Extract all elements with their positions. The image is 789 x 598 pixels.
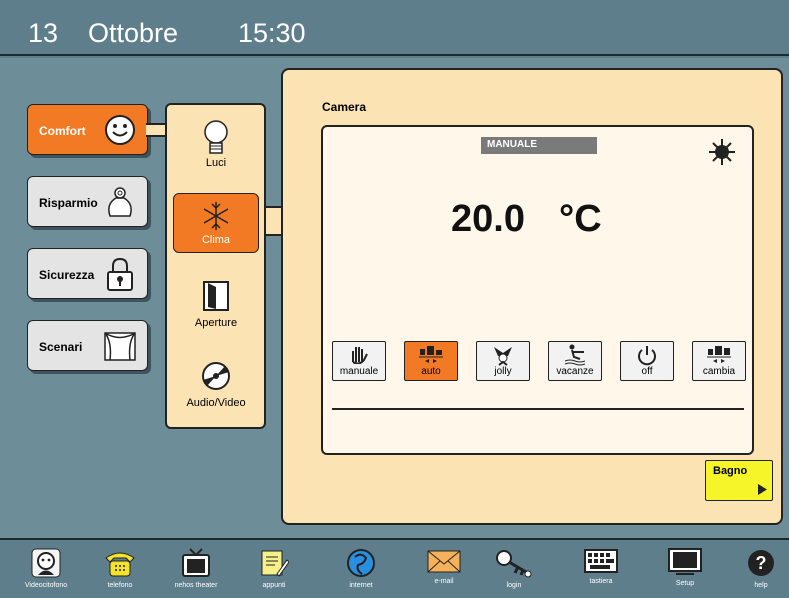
temperature-value: 20.0 <box>451 198 525 240</box>
category-label: Risparmio <box>39 196 98 210</box>
piggy-bank-icon <box>108 187 132 217</box>
mode-label: cambia <box>702 366 736 377</box>
dock-videocitofono[interactable]: Videocitofono <box>10 548 82 589</box>
submenu-label: Aperture <box>194 317 238 329</box>
category-scenari-button[interactable]: Scenari <box>27 320 148 371</box>
envelope-icon <box>427 550 461 573</box>
snowflake-icon <box>203 202 229 230</box>
door-icon <box>203 281 229 311</box>
next-room-label: Bagno <box>713 465 748 477</box>
dock-help[interactable]: ? help <box>725 548 789 589</box>
climate-control-area: MANUALE 20.0 °C manuale auto jolly vacan… <box>321 125 754 455</box>
monitor-icon <box>668 548 702 575</box>
category-label: Scenari <box>39 340 83 354</box>
dock-label: Setup <box>675 580 695 587</box>
schedule-icon <box>419 346 443 363</box>
mode-label: off <box>641 366 653 377</box>
light-bulb-icon <box>204 120 228 154</box>
submenu-label: Audio/Video <box>186 397 246 409</box>
smiley-icon <box>105 115 135 145</box>
dock-label: appunti <box>262 582 286 589</box>
mode-jolly-button[interactable]: jolly <box>476 341 530 381</box>
mode-label: auto <box>421 366 441 377</box>
mode-cambia-button[interactable]: cambia <box>692 341 746 381</box>
category-comfort-button[interactable]: Comfort <box>27 104 148 155</box>
mode-label: manuale <box>339 366 379 377</box>
dock-label: tastiera <box>589 578 613 585</box>
dock-label: internet <box>349 582 373 589</box>
bottom-dock: Videocitofono telefono nehos theater app… <box>0 538 789 598</box>
cd-icon <box>202 362 230 390</box>
clock-time: 15:30 <box>238 18 306 48</box>
date-month: Ottobre <box>88 18 179 48</box>
next-room-button[interactable]: Bagno <box>705 460 773 501</box>
submenu-label: Luci <box>205 157 227 169</box>
temperature-unit: °C <box>559 198 602 240</box>
submenu-clima[interactable]: Clima <box>173 193 259 253</box>
mode-auto-button[interactable]: auto <box>404 341 458 381</box>
sun-icon <box>709 139 735 165</box>
mode-vacanze-button[interactable]: vacanze <box>548 341 602 381</box>
clima-connector <box>263 206 283 236</box>
mode-label: jolly <box>494 366 512 377</box>
top-bar: 13 Ottobre 15:30 <box>0 0 789 56</box>
category-label: Comfort <box>39 124 86 138</box>
videophone-icon <box>31 548 61 578</box>
dock-appunti[interactable]: appunti <box>238 548 310 589</box>
dock-nehos-theater[interactable]: nehos theater <box>160 548 232 589</box>
play-arrow-icon <box>758 484 767 495</box>
theater-curtain-icon <box>104 332 136 361</box>
dock-tastiera[interactable]: tastiera <box>565 548 637 585</box>
hand-icon <box>352 347 368 364</box>
key-icon <box>496 550 532 578</box>
schedule-edit-icon <box>707 346 731 363</box>
mode-label: vacanze <box>556 366 594 377</box>
submenu-luci[interactable]: Luci <box>173 119 259 185</box>
date-day: 13 <box>28 18 59 48</box>
globe-icon <box>347 549 375 577</box>
keyboard-icon <box>584 549 618 573</box>
svg-text:?: ? <box>756 553 767 573</box>
dock-label: Videocitofono <box>24 582 68 589</box>
dock-label: help <box>754 582 768 589</box>
dock-login[interactable]: login <box>478 548 550 589</box>
submenu-aperture[interactable]: Aperture <box>173 281 259 341</box>
room-name: Camera <box>322 100 367 114</box>
submenu-label: Clima <box>201 234 231 246</box>
dock-label: login <box>506 582 522 589</box>
telephone-icon <box>105 552 135 577</box>
category-sicurezza-button[interactable]: Sicurezza <box>27 248 148 299</box>
dock-label: telefono <box>107 582 133 589</box>
mode-manuale-button[interactable]: manuale <box>332 341 386 381</box>
submenu-audio-video[interactable]: Audio/Video <box>173 361 259 421</box>
dock-label: e-mail <box>434 578 454 585</box>
water-ski-icon <box>564 344 586 366</box>
mode-indicator: MANUALE <box>481 137 597 154</box>
category-risparmio-button[interactable]: Risparmio <box>27 176 148 227</box>
dock-setup[interactable]: Setup <box>649 548 721 587</box>
dock-telefono[interactable]: telefono <box>84 548 156 589</box>
dock-e-mail[interactable]: e-mail <box>408 548 480 585</box>
padlock-icon <box>107 257 133 291</box>
divider-line <box>332 408 744 410</box>
comfort-submenu: Luci Clima Aperture Audio/Video <box>165 103 266 429</box>
help-icon: ? <box>748 550 774 576</box>
room-panel: Camera MANUALE 20.0 °C manuale auto joll… <box>281 68 783 525</box>
notepad-icon <box>261 550 289 577</box>
jester-icon <box>494 347 512 366</box>
dock-label: nehos theater <box>174 582 218 589</box>
mode-off-button[interactable]: off <box>620 341 674 381</box>
category-label: Sicurezza <box>39 268 95 282</box>
tv-icon <box>182 548 210 577</box>
power-icon <box>638 346 656 366</box>
dock-internet[interactable]: internet <box>325 548 397 589</box>
